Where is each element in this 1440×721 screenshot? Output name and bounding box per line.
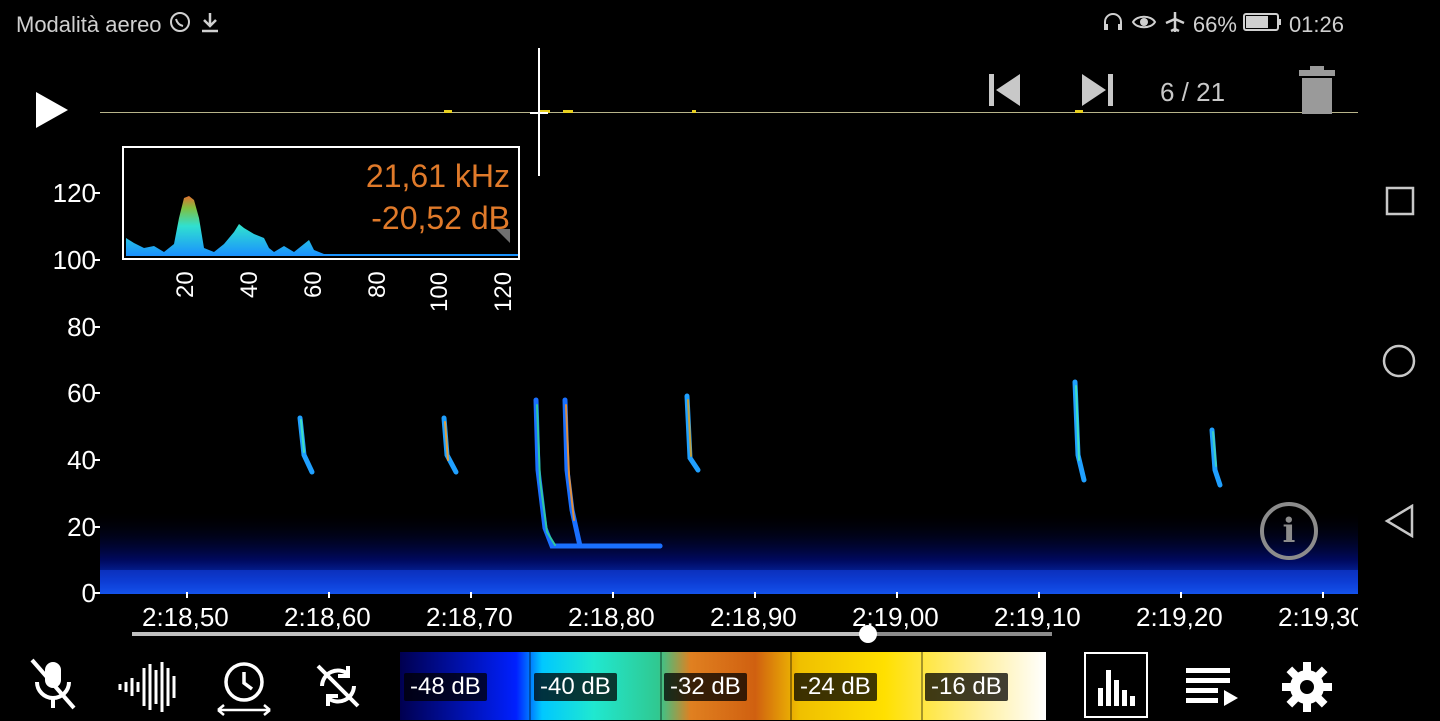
x-tick	[1322, 592, 1324, 598]
y-tick	[94, 192, 100, 194]
x-tick	[612, 592, 614, 598]
x-tick-label-clip: 2:19,30	[1278, 602, 1358, 636]
seek-bar-fill	[132, 632, 868, 636]
y-tick-label: 40	[67, 445, 96, 475]
back-nav-button[interactable]	[1384, 503, 1414, 543]
square-icon	[1385, 186, 1415, 216]
y-tick	[94, 392, 100, 394]
download-icon	[198, 10, 222, 40]
y-tick	[94, 526, 100, 528]
seek-bar-thumb[interactable]	[859, 625, 877, 643]
x-tick	[896, 592, 898, 598]
skip-next-icon	[1082, 74, 1113, 106]
battery-icon	[1242, 11, 1283, 39]
clock-time: 01:26	[1288, 12, 1344, 37]
airplane-icon	[1163, 10, 1187, 40]
y-tick-label: 120	[52, 178, 96, 208]
inset-x-tick-label: 120	[490, 271, 517, 312]
resize-handle-icon[interactable]	[494, 227, 512, 250]
sync-toggle-button[interactable]	[312, 660, 364, 717]
inset-x-tick-label: 40	[236, 271, 263, 298]
playlist-icon	[1186, 668, 1238, 706]
y-tick-label: 20	[67, 512, 96, 542]
legend-divider	[529, 652, 531, 720]
info-button[interactable]: i	[1260, 502, 1318, 560]
eye-icon	[1131, 10, 1157, 40]
playhead-cursor-horizontal	[530, 112, 548, 114]
histogram-button[interactable]	[1084, 652, 1148, 718]
gear-icon	[1282, 662, 1332, 712]
x-tick-label: 2:19,30	[1278, 602, 1358, 632]
status-bar-right: 66% 01:26	[1101, 10, 1344, 40]
x-tick-label: 2:18,50	[142, 602, 229, 632]
legend-divider	[790, 652, 792, 720]
cursor-level: -20,52 dB	[371, 200, 510, 236]
spectrum-inset[interactable]: 21,61 kHz -20,52 dB	[122, 146, 520, 260]
home-nav-button[interactable]	[1382, 344, 1416, 383]
clock-stretch-icon	[217, 662, 271, 716]
airplane-mode-text: Modalità aereo	[16, 12, 162, 37]
previous-button[interactable]	[986, 72, 1022, 113]
mic-toggle-button[interactable]	[28, 656, 78, 717]
inset-x-tick-label: 60	[300, 271, 327, 298]
x-tick	[1180, 592, 1182, 598]
y-tick-label: 100	[52, 245, 96, 275]
histogram-icon	[1098, 670, 1135, 706]
inset-x-tick-label: 20	[172, 271, 199, 298]
x-tick-label: 2:19,20	[1136, 602, 1223, 632]
circle-icon	[1382, 344, 1416, 378]
file-counter: 6 / 21	[1160, 77, 1226, 107]
legend-level: -48 dB	[404, 673, 487, 701]
play-button[interactable]	[36, 92, 68, 128]
playlist-button[interactable]	[1184, 666, 1240, 711]
waveform-toggle-button[interactable]	[116, 660, 178, 719]
legend-level: -32 dB	[664, 673, 747, 701]
y-tick	[94, 459, 100, 461]
x-tick	[328, 592, 330, 598]
x-tick	[1038, 592, 1040, 598]
spectrogram[interactable]	[100, 360, 1358, 594]
y-tick-label: 60	[67, 378, 96, 408]
trash-icon	[1299, 66, 1335, 114]
x-tick	[754, 592, 756, 598]
x-tick-label: 2:18,70	[426, 602, 513, 632]
recents-nav-button[interactable]	[1385, 186, 1415, 221]
legend-level: -40 dB	[534, 673, 617, 701]
legend-level: -16 dB	[925, 673, 1008, 701]
skip-previous-icon	[989, 74, 1020, 106]
inset-x-tick-label: 100	[426, 271, 453, 312]
x-tick-label: 2:19,10	[994, 602, 1081, 632]
whatsapp-icon	[168, 10, 192, 40]
next-button[interactable]	[1080, 72, 1116, 113]
battery-percent: 66%	[1192, 12, 1237, 37]
info-icon: i	[1282, 511, 1296, 551]
mic-off-icon	[30, 658, 76, 710]
time-scale-button[interactable]	[214, 660, 274, 721]
delete-button[interactable]	[1298, 66, 1336, 119]
y-tick-label: 80	[67, 312, 96, 342]
x-tick-label: 2:18,90	[710, 602, 797, 632]
y-tick	[94, 592, 100, 594]
triangle-back-icon	[1384, 503, 1414, 539]
y-tick	[94, 326, 100, 328]
x-tick-label: 2:18,60	[284, 602, 371, 632]
legend-divider	[660, 652, 662, 720]
x-tick	[470, 592, 472, 598]
x-tick	[186, 592, 188, 598]
status-bar-left: Modalità aereo	[16, 10, 222, 40]
x-tick-label: 2:18,80	[568, 602, 655, 632]
headset-icon	[1101, 10, 1125, 40]
y-tick-label: 0	[81, 578, 96, 608]
cursor-frequency: 21,61 kHz	[365, 158, 510, 194]
legend-divider	[921, 652, 923, 720]
waveform-icon	[118, 662, 176, 712]
sync-off-icon	[316, 664, 360, 708]
settings-button[interactable]	[1280, 660, 1334, 719]
inset-x-tick-label: 80	[364, 271, 391, 298]
y-tick	[94, 259, 100, 261]
seek-bar[interactable]	[132, 625, 1052, 643]
legend-level: -24 dB	[794, 673, 877, 701]
